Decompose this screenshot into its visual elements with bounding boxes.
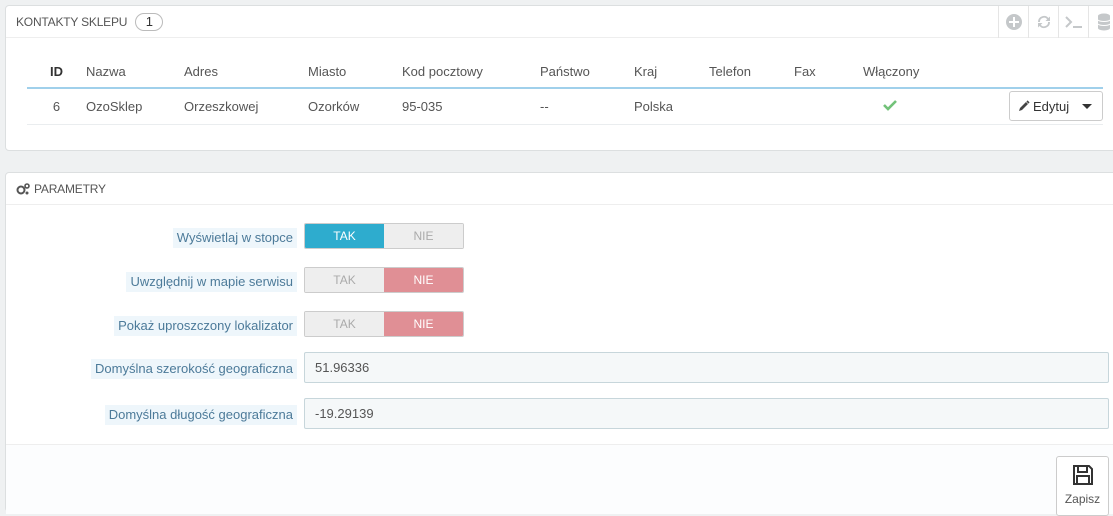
- footer-switch[interactable]: TAK NIE: [304, 223, 464, 249]
- cell-city[interactable]: Ozorków: [308, 88, 402, 125]
- terminal-icon[interactable]: [1058, 6, 1088, 38]
- parameters-heading: PARAMETRY: [6, 173, 1113, 205]
- panel-title: PARAMETRY: [34, 181, 106, 196]
- simple-locator-no-option[interactable]: NIE: [384, 312, 463, 336]
- table-row[interactable]: 6 OzoSklep Orzeszkowej Ozorków 95-035 --…: [27, 88, 1103, 125]
- sitemap-no-option[interactable]: NIE: [384, 268, 463, 292]
- cell-country[interactable]: Polska: [634, 88, 709, 125]
- footer-yes-option[interactable]: TAK: [305, 224, 384, 248]
- contacts-table: ID Nazwa Adres Miasto Kod pocztowy Państ…: [27, 56, 1103, 125]
- pencil-icon: [1018, 100, 1030, 112]
- store-contacts-panel: KONTAKTY SKLEPU 1 ID Nazwa Adres Miasto …: [5, 5, 1113, 151]
- longitude-label: Domyślna długość geograficzna: [104, 405, 297, 425]
- edit-button[interactable]: Edytuj: [1009, 91, 1103, 122]
- list-toolbar: [998, 6, 1113, 38]
- database-icon[interactable]: [1088, 6, 1113, 38]
- edit-label: Edytuj: [1033, 98, 1070, 114]
- cell-fax[interactable]: [794, 88, 863, 125]
- footer-label: Wyświetlaj w stopce: [172, 228, 297, 248]
- cell-address[interactable]: Orzeszkowej: [184, 88, 308, 125]
- cogs-icon: [16, 182, 30, 195]
- column-header-actions: [1003, 56, 1103, 89]
- cell-name[interactable]: OzoSklep: [86, 88, 184, 125]
- cell-state[interactable]: --: [540, 88, 634, 125]
- column-header[interactable]: Kod pocztowy: [402, 56, 540, 89]
- column-header[interactable]: Adres: [184, 56, 308, 89]
- latitude-label: Domyślna szerokość geograficzna: [91, 359, 297, 379]
- parameters-panel: PARAMETRY Wyświetlaj w stopce TAK NIE Uw…: [5, 172, 1113, 516]
- cell-phone[interactable]: [709, 88, 794, 125]
- sitemap-switch[interactable]: TAK NIE: [304, 267, 464, 293]
- column-header[interactable]: Państwo: [540, 56, 634, 89]
- panel-title: KONTAKTY SKLEPU: [16, 14, 128, 29]
- column-header[interactable]: ID: [27, 56, 86, 89]
- latitude-input[interactable]: 51.96336: [304, 352, 1109, 383]
- store-contacts-heading: KONTAKTY SKLEPU 1: [6, 6, 1113, 38]
- simple-locator-switch[interactable]: TAK NIE: [304, 311, 464, 337]
- chevron-down-icon[interactable]: [1082, 104, 1092, 110]
- save-button[interactable]: Zapisz: [1056, 456, 1109, 516]
- count-badge: 1: [135, 12, 164, 31]
- column-header[interactable]: Nazwa: [86, 56, 184, 89]
- check-icon[interactable]: [883, 99, 897, 114]
- column-header[interactable]: Kraj: [634, 56, 709, 89]
- column-header[interactable]: Telefon: [709, 56, 794, 89]
- table-header-row: ID Nazwa Adres Miasto Kod pocztowy Państ…: [27, 56, 1103, 89]
- refresh-icon[interactable]: [1028, 6, 1058, 38]
- simple-locator-yes-option[interactable]: TAK: [305, 312, 384, 336]
- save-icon: [1071, 463, 1095, 490]
- simple-locator-label: Pokaż uproszczony lokalizator: [114, 316, 297, 336]
- cell-id[interactable]: 6: [27, 88, 86, 125]
- sitemap-yes-option[interactable]: TAK: [305, 268, 384, 292]
- add-icon[interactable]: [998, 6, 1028, 38]
- cell-actions: Edytuj: [1003, 88, 1103, 125]
- longitude-input[interactable]: -19.29139: [304, 398, 1109, 429]
- sitemap-label: Uwzględnij w mapie serwisu: [126, 272, 297, 292]
- column-header[interactable]: Włączony: [863, 56, 1003, 89]
- cell-postcode[interactable]: 95-035: [402, 88, 540, 125]
- footer-no-option[interactable]: NIE: [384, 224, 463, 248]
- column-header[interactable]: Fax: [794, 56, 863, 89]
- column-header[interactable]: Miasto: [308, 56, 402, 89]
- cell-enabled[interactable]: [863, 88, 1003, 125]
